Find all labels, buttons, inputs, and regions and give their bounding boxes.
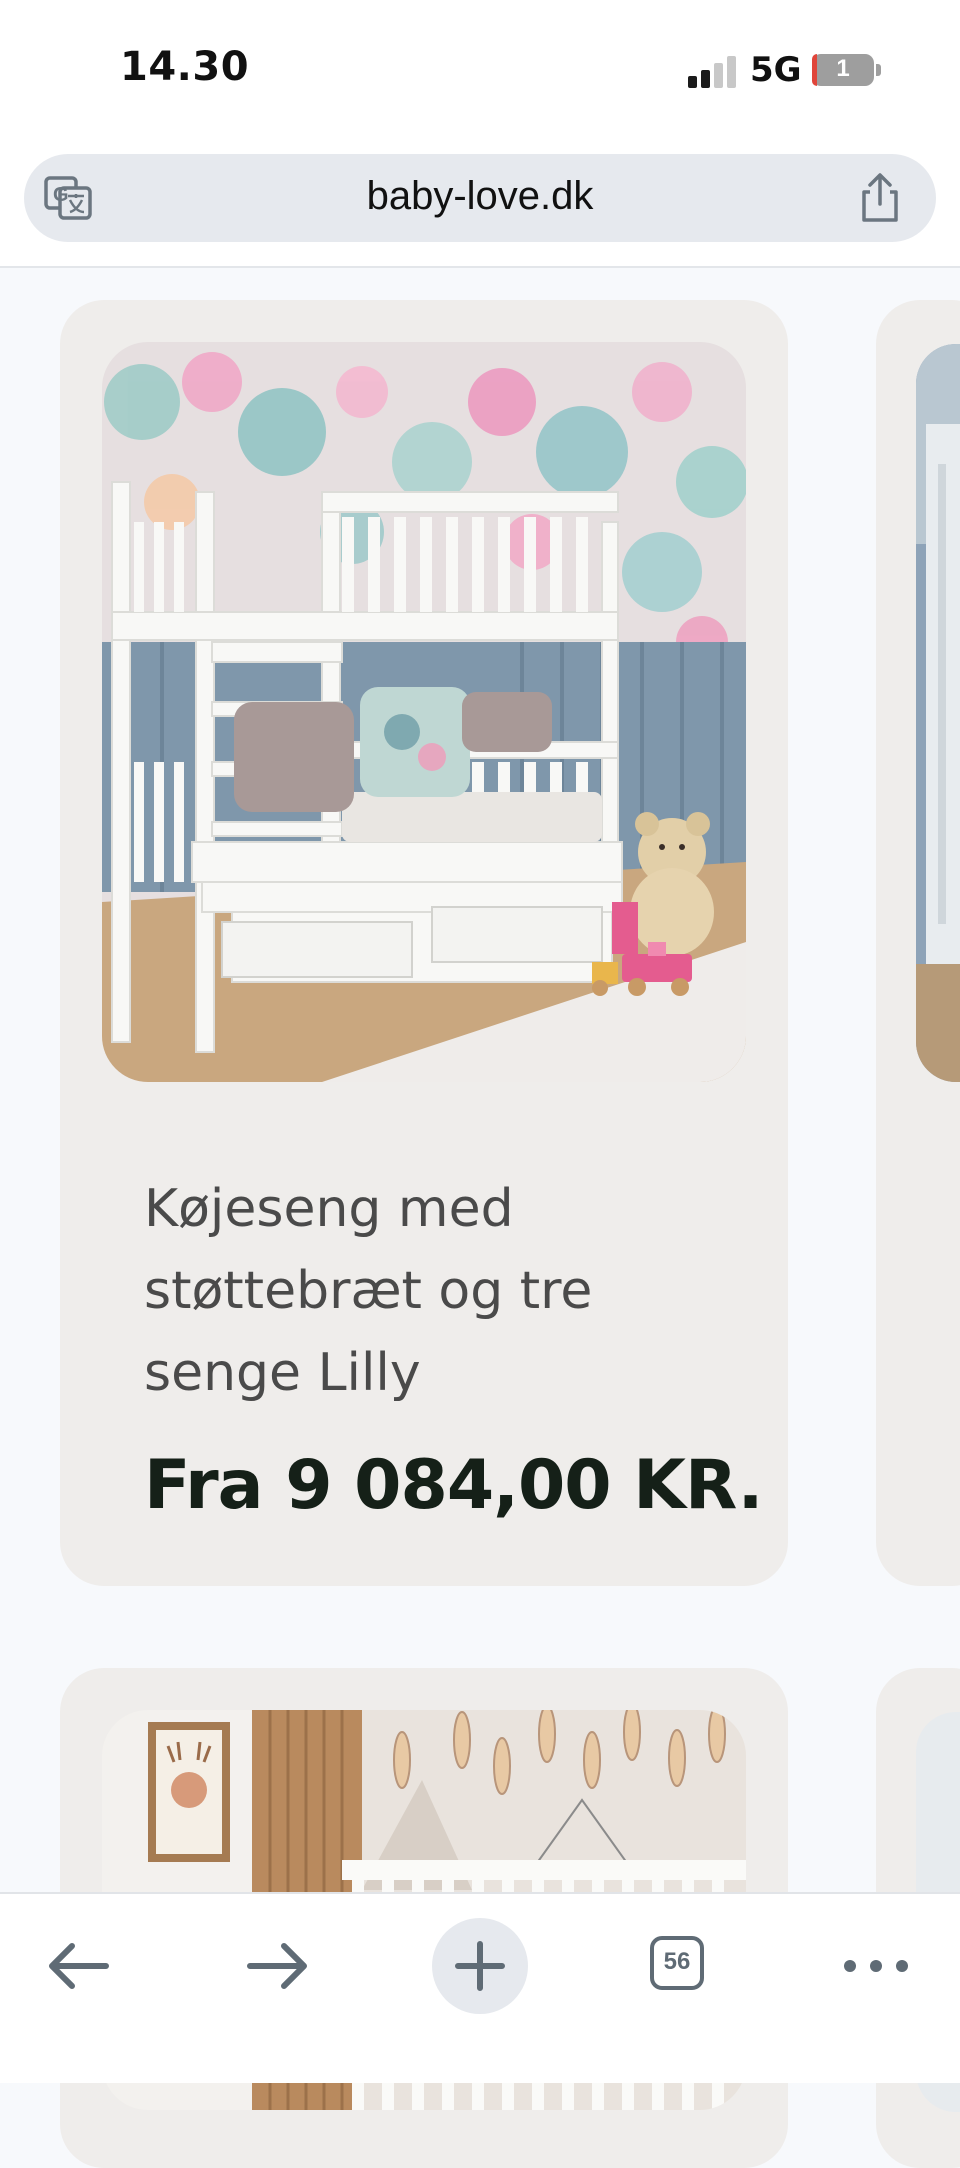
cellular-signal-icon	[688, 54, 736, 88]
status-bar: 14.30 5G 1	[0, 0, 960, 140]
battery-icon: 1	[812, 54, 874, 86]
product-title-line-2[interactable]: støttebræt og tre	[144, 1250, 704, 1332]
tabs-count: 56	[663, 1948, 691, 1975]
tabs-button[interactable]: 56	[632, 1918, 728, 2014]
more-dots-icon[interactable]	[828, 1918, 924, 2014]
product-title[interactable]: Køjeseng med støttebræt og tre senge Lil…	[144, 1168, 704, 1414]
share-icon[interactable]	[856, 172, 904, 224]
plus-icon	[455, 1941, 505, 1991]
arrow-right-icon[interactable]	[230, 1918, 326, 2014]
product-title-line-1[interactable]: Køjeseng med	[144, 1168, 704, 1250]
product-price: Fra 9 084,00 KR.	[144, 1446, 763, 1525]
network-type: 5G	[750, 50, 802, 90]
browser-address-bar: G baby-love.dk	[0, 140, 960, 268]
new-tab-button[interactable]	[432, 1918, 528, 2014]
battery-level: 1	[836, 55, 850, 82]
browser-toolbar: 56	[0, 1892, 960, 2083]
arrow-left-icon[interactable]	[30, 1918, 126, 2014]
product-image[interactable]	[102, 342, 746, 1082]
next-product-image[interactable]	[916, 344, 960, 1082]
battery-tip	[876, 64, 881, 76]
product-title-line-3[interactable]: senge Lilly	[144, 1332, 704, 1414]
status-time: 14.30	[120, 44, 250, 90]
url-field[interactable]: G baby-love.dk	[24, 154, 936, 242]
url-text[interactable]: baby-love.dk	[24, 174, 936, 219]
